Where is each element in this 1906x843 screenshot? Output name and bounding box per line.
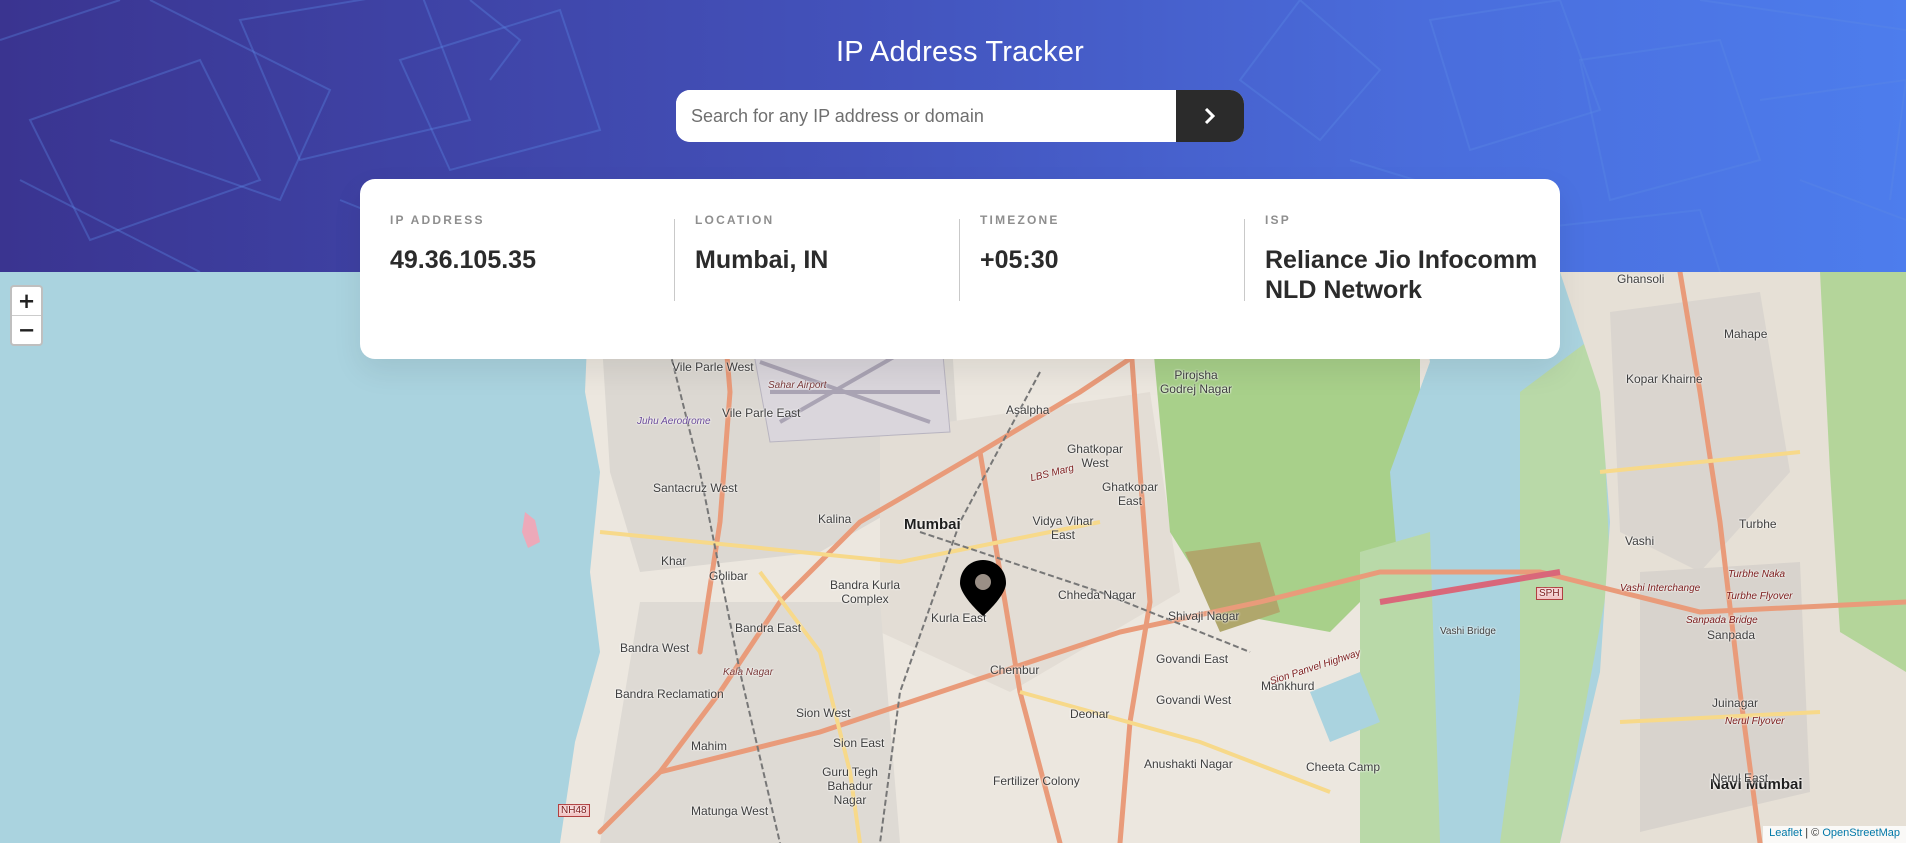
ip-address-section: IP ADDRESS 49.36.105.35 [390, 179, 670, 359]
road-label: Sanpada Bridge [1686, 615, 1758, 626]
road-shield: NH48 [558, 804, 590, 817]
map-label: Sanpada [1707, 628, 1756, 642]
info-divider [674, 219, 675, 301]
map-label: Kopar Khairne [1626, 372, 1703, 386]
map-label: Kala Nagar [723, 667, 774, 678]
map-label: Govandi East [1156, 652, 1229, 666]
map-label: Ghatkopar East [1101, 480, 1159, 508]
map-label: Mahape [1724, 327, 1768, 341]
map-label: Deonar [1070, 707, 1110, 721]
leaflet-link[interactable]: Leaflet [1769, 827, 1802, 839]
map-label: Fertilizer Colony [993, 774, 1080, 788]
map-label: Juinagar [1712, 696, 1759, 710]
map-label: Bandra Reclamation [615, 687, 724, 701]
map-label: Pirojsha Godrej Nagar [1159, 368, 1233, 396]
ip-info-card: IP ADDRESS 49.36.105.35 LOCATION Mumbai,… [360, 179, 1560, 359]
map-label: Chembur [990, 663, 1040, 677]
map-label: Cheeta Camp [1306, 760, 1381, 774]
map-label: Bandra West [620, 641, 690, 655]
map-label: Turbhe [1739, 517, 1777, 531]
map-label: Ghansoli [1617, 272, 1665, 286]
road-label: Turbhe Naka [1728, 569, 1786, 580]
map-label: Guru Tegh Bahadur Nagar [822, 765, 878, 807]
map-label: Vashi [1625, 534, 1655, 548]
road-label: Vashi Interchange [1620, 583, 1701, 594]
map-label: Shivaji Nagar [1168, 609, 1240, 623]
timezone-section: TIMEZONE +05:30 [980, 179, 1230, 359]
map-label: Golibar [709, 569, 748, 583]
map-label: Juhu Aerodrome [637, 416, 711, 427]
location-label: LOCATION [695, 213, 775, 227]
road-shield: SPH [1536, 587, 1563, 600]
search-form [676, 90, 1244, 142]
map-label: Vashi Bridge [1440, 626, 1496, 637]
openstreetmap-link[interactable]: OpenStreetMap [1822, 827, 1900, 839]
location-value: Mumbai, IN [695, 246, 829, 274]
map-label: Santacruz West [653, 481, 738, 495]
map-label: Asalpha [1006, 403, 1050, 417]
road-label: Nerul Flyover [1725, 716, 1785, 727]
ip-address-label: IP ADDRESS [390, 213, 485, 227]
timezone-label: TIMEZONE [980, 213, 1060, 227]
map-label: Khar [661, 554, 687, 568]
isp-section: ISP Reliance Jio Infocomm NLD Network [1265, 179, 1555, 359]
map-label: Govandi West [1156, 693, 1232, 707]
map-label: Matunga West [691, 804, 769, 818]
info-divider [1244, 219, 1245, 301]
search-input[interactable] [676, 90, 1176, 142]
chevron-right-icon [1204, 108, 1216, 124]
map-label: Nerul East [1712, 771, 1769, 785]
road-label: Turbhe Flyover [1726, 591, 1793, 602]
search-submit-button[interactable] [1176, 90, 1244, 142]
location-section: LOCATION Mumbai, IN [695, 179, 945, 359]
map-label: Sion West [796, 706, 851, 720]
zoom-out-button[interactable]: − [12, 316, 41, 345]
map-label: Kalina [818, 512, 852, 526]
map-label: Bandra Kurla Complex [829, 578, 901, 606]
map-label: Sion East [833, 736, 885, 750]
location-marker-icon[interactable] [960, 560, 1006, 616]
map-label: Chheda Nagar [1058, 588, 1137, 602]
map-attribution: Leaflet | © OpenStreetMap [1763, 826, 1906, 843]
map-label: Bandra East [735, 621, 802, 635]
map-label: Vile Parle West [672, 360, 754, 374]
map-label: Sahar Airport [768, 380, 827, 391]
map-label: Anushakti Nagar [1144, 757, 1233, 771]
zoom-control: + − [10, 285, 43, 346]
attribution-separator: | © [1802, 827, 1823, 839]
map-label: Vile Parle East [722, 406, 801, 420]
info-divider [959, 219, 960, 301]
timezone-value: +05:30 [980, 246, 1059, 274]
isp-label: ISP [1265, 213, 1291, 227]
isp-value: Reliance Jio Infocomm NLD Network [1265, 246, 1538, 304]
map-label: Mumbai [904, 516, 961, 533]
map-label: Vidya Vihar East [1032, 514, 1094, 542]
zoom-in-button[interactable]: + [12, 287, 41, 316]
map-label: Mahim [691, 739, 728, 753]
page-title: IP Address Tracker [835, 36, 1085, 68]
ip-address-value: 49.36.105.35 [390, 246, 536, 274]
